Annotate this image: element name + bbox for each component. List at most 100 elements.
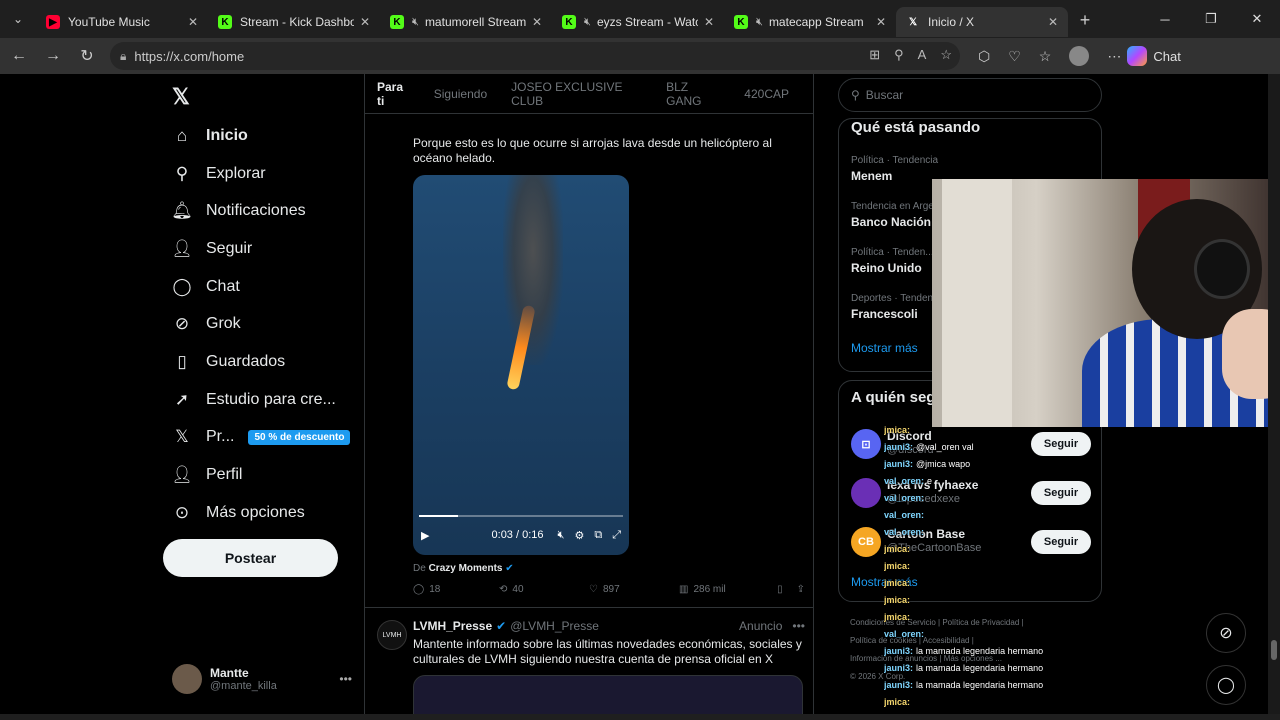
video-controls: ▶ 0:03 / 0:16 🔇︎ ⚙ ⧉ ⤢	[413, 515, 629, 555]
maximize-icon[interactable]: ❐	[1188, 0, 1234, 38]
chat-message: jmica:	[884, 609, 1114, 626]
feed-tab[interactable]: JOSEO EXCLUSIVE CLUB	[511, 80, 642, 108]
browser-tab[interactable]: K 🔇︎ matumorell Stream ✕	[380, 7, 552, 37]
settings-icon[interactable]: ⚙	[574, 529, 584, 542]
nav-item-explorar[interactable]: ⚲ Explorar	[172, 164, 266, 184]
reload-icon[interactable]: ↻	[70, 46, 104, 66]
new-tab-button[interactable]: +	[1068, 10, 1102, 31]
back-icon[interactable]: ←	[2, 47, 36, 65]
mute-icon[interactable]: 🔇︎	[558, 529, 565, 542]
close-window-icon[interactable]: ✕	[1234, 0, 1280, 38]
browser-tab[interactable]: 𝕏 Inicio / X ✕	[896, 7, 1068, 37]
from-account-link[interactable]: Crazy Moments	[429, 563, 503, 574]
browser-tab[interactable]: K 🔇︎ eyzs Stream - Watch ✕	[552, 7, 724, 37]
share-icon[interactable]: ⇪	[797, 584, 805, 595]
favorites-icon[interactable]: ☆	[1039, 48, 1052, 65]
chat-username: jauni3:	[884, 459, 914, 469]
chat-username: jauni3:	[884, 442, 914, 452]
close-tab-icon[interactable]: ✕	[532, 15, 542, 29]
page-scrollbar[interactable]	[1268, 74, 1280, 714]
home-icon: ⌂	[176, 126, 188, 145]
trend-item[interactable]: Deportes · Tenden... Francescoli	[851, 293, 941, 321]
x-logo-icon[interactable]: 𝕏	[172, 84, 190, 110]
close-tab-icon[interactable]: ✕	[876, 15, 886, 29]
settings-more-icon[interactable]: ⋯	[1107, 48, 1121, 65]
nav-item-más-opciones[interactable]: ⊙ Más opciones	[172, 503, 305, 523]
muted-tab-icon[interactable]: 🔇︎	[584, 16, 591, 29]
nav-item-grok[interactable]: ⊘ Grok	[172, 314, 241, 334]
extensions-icon[interactable]: ⬡	[978, 48, 990, 65]
trend-item[interactable]: Política · Tenden... Reino Unido	[851, 247, 934, 275]
muted-tab-icon[interactable]: 🔇︎	[412, 16, 419, 29]
close-tab-icon[interactable]: ✕	[1048, 15, 1058, 29]
show-more-trends-link[interactable]: Mostrar más	[851, 341, 918, 355]
chat-text: la mamada legendaria hermano	[916, 663, 1044, 673]
nav-item-pr-[interactable]: 𝕏 Pr... 50 % de descuento	[172, 427, 351, 447]
nav-item-seguir[interactable]: 👤︎ Seguir	[171, 239, 252, 259]
more-icon[interactable]: •••	[792, 619, 805, 633]
nav-item-chat[interactable]: ◯ Chat	[172, 277, 239, 297]
scrollbar-thumb[interactable]	[1271, 640, 1277, 660]
browser-tab[interactable]: K Stream - Kick Dashboard ✕	[208, 7, 380, 37]
forward-icon[interactable]: →	[36, 47, 70, 65]
ad-post[interactable]: LVMH LVMH_Presse ✔ @LVMH_Presse Anuncio …	[365, 608, 813, 714]
trend-item[interactable]: Política · Tendencia Menem	[851, 155, 938, 183]
browser-essentials-icon[interactable]: ♡	[1008, 48, 1021, 65]
profile-avatar[interactable]	[1069, 46, 1090, 66]
play-icon[interactable]: ▶	[421, 529, 429, 542]
grok-float-icon[interactable]: ⊘	[1206, 613, 1246, 653]
trend-name: Reino Unido	[851, 261, 922, 275]
nav-item-guardados[interactable]: ▯ Guardados	[172, 352, 285, 372]
account-switcher[interactable]: Mantte @mante_killa •••	[172, 664, 352, 694]
reply-button[interactable]: ◯ 18	[413, 584, 499, 595]
chat-username: val_oren:	[884, 629, 925, 639]
ad-media[interactable]	[413, 675, 803, 714]
chat-message: val_oren:	[884, 626, 1114, 643]
feed-tab[interactable]: 420CAP	[744, 87, 789, 101]
trend-item[interactable]: Tendencia en Arge... Banco Nación	[851, 201, 942, 229]
browser-tab[interactable]: ▶ YouTube Music ✕	[36, 7, 208, 37]
tab-title: Stream - Kick Dashboard	[240, 15, 354, 29]
messages-float-icon[interactable]: ◯	[1206, 665, 1246, 705]
close-tab-icon[interactable]: ✕	[704, 15, 714, 29]
suggestion-avatar[interactable]: ⊡	[851, 429, 881, 459]
pip-icon[interactable]: ⧉	[594, 529, 602, 542]
fullscreen-icon[interactable]: ⤢	[612, 529, 621, 542]
close-tab-icon[interactable]: ✕	[360, 15, 370, 29]
nav-label: Más opciones	[206, 504, 305, 521]
post-video[interactable]: ▶ 0:03 / 0:16 🔇︎ ⚙ ⧉ ⤢	[413, 175, 629, 555]
suggestion-avatar[interactable]	[851, 478, 881, 508]
close-tab-icon[interactable]: ✕	[188, 15, 198, 29]
chat-message: jauni3: la mamada legendaria hermano	[884, 643, 1114, 660]
nav-item-inicio[interactable]: ⌂ Inicio	[172, 126, 248, 146]
address-bar-row: ← → ↻ 🔒︎ https://x.com/home ⊞ ⚲ A ☆ ⬡ ♡ …	[0, 38, 1280, 74]
more-icon[interactable]: •••	[339, 672, 352, 686]
copilot-chat-button[interactable]: Chat	[1127, 46, 1181, 66]
nav-item-perfil[interactable]: 👤︎ Perfil	[171, 465, 242, 485]
muted-tab-icon[interactable]: 🔇︎	[756, 16, 763, 29]
search-input[interactable]: ⚲ Buscar	[838, 78, 1102, 112]
minimize-icon[interactable]: ─	[1142, 0, 1188, 38]
nav-item-notificaciones[interactable]: 🔔︎ Notificaciones	[171, 201, 305, 221]
chat-username: val_oren:	[884, 476, 925, 486]
app-available-icon[interactable]: ⊞	[869, 47, 880, 63]
nav-item-estudio-para-cre-[interactable]: ➚ Estudio para cre...	[172, 390, 336, 410]
trend-meta: Política · Tenden...	[851, 247, 934, 258]
post-button[interactable]: Postear	[163, 539, 338, 577]
suggestion-avatar[interactable]: CB	[851, 527, 881, 557]
ad-avatar[interactable]: LVMH	[377, 620, 407, 650]
feed-tab[interactable]: Para ti	[377, 80, 410, 108]
views-button[interactable]: ▥ 286 mil	[679, 584, 759, 595]
tab-actions-menu-icon[interactable]: ⌄	[0, 0, 36, 38]
repost-button[interactable]: ⟲ 40	[499, 584, 589, 595]
like-button[interactable]: ♡ 897	[589, 584, 679, 595]
browser-tab[interactable]: K 🔇︎ matecapp Stream ✕	[724, 7, 896, 37]
favorite-star-icon[interactable]: ☆	[940, 47, 952, 63]
bookmark-icon[interactable]: ▯	[777, 584, 783, 595]
zoom-icon[interactable]: ⚲	[894, 47, 904, 63]
feed-tab[interactable]: Siguiendo	[434, 87, 487, 101]
url-field[interactable]: 🔒︎ https://x.com/home ⊞ ⚲ A ☆	[110, 42, 960, 70]
read-aloud-icon[interactable]: A	[918, 47, 927, 63]
feed-tab[interactable]: BLZ GANG	[666, 80, 720, 108]
ad-name[interactable]: LVMH_Presse	[413, 619, 492, 633]
